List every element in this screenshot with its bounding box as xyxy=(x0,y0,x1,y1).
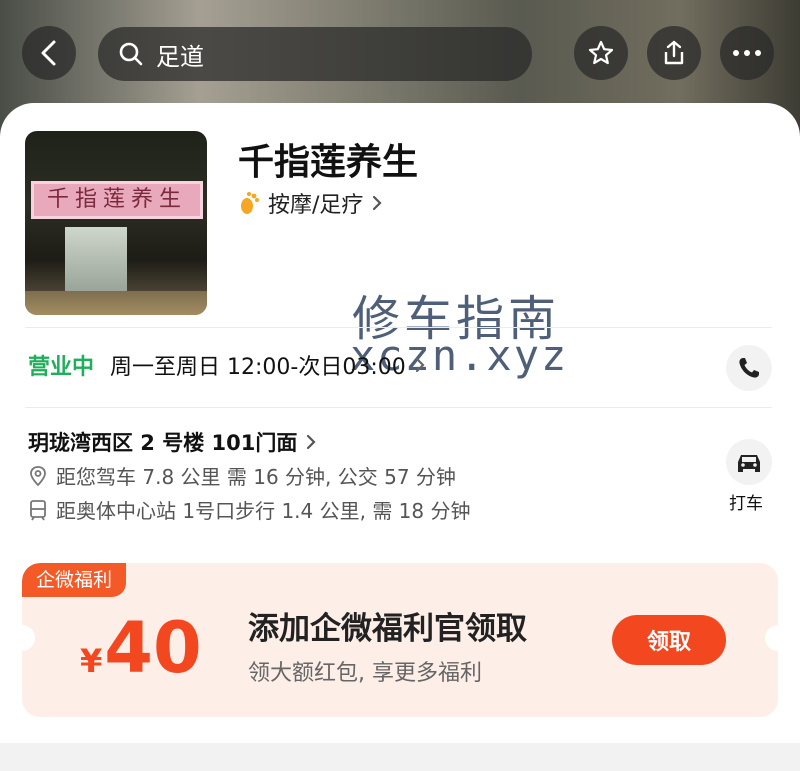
coupon-notch xyxy=(765,625,778,651)
open-status: 营业中 xyxy=(28,355,95,380)
shop-floor xyxy=(25,291,207,315)
search-query: 足道 xyxy=(156,42,204,71)
coupon-tag: 企微福利 xyxy=(22,563,127,597)
location-pin-icon xyxy=(30,465,46,486)
shop-name: 千指莲养生 xyxy=(238,142,419,183)
search-icon xyxy=(119,42,143,66)
share-button[interactable] xyxy=(647,26,701,80)
category-label: 按摩/足疗 xyxy=(268,193,364,218)
car-icon xyxy=(738,455,760,472)
claim-button[interactable]: 领取 xyxy=(612,615,726,665)
footprint-icon xyxy=(241,192,259,214)
chevron-left-icon xyxy=(41,40,56,66)
phone-icon xyxy=(739,358,759,378)
coupon-card[interactable]: 企微福利 ¥ 40 添加企微福利官领取 领大额红包, 享更多福利 领取 xyxy=(22,563,778,717)
amount-value: 40 xyxy=(104,607,202,689)
shop-sign: 千指莲养生 xyxy=(31,181,203,219)
coupon-amount: ¥ 40 xyxy=(80,607,202,689)
shop-photo[interactable]: 千指莲养生 xyxy=(25,131,207,315)
address-text: 玥珑湾西区 2 号楼 101门面 xyxy=(28,431,298,455)
taxi-button[interactable] xyxy=(726,439,772,485)
hours-text: 周一至周日 12:00-次日03:00 xyxy=(110,355,406,380)
metro-icon xyxy=(30,499,46,520)
drive-info-text: 距您驾车 7.8 公里 需 16 分钟, 公交 57 分钟 xyxy=(56,465,456,489)
favorite-button[interactable] xyxy=(574,26,628,80)
coupon-title: 添加企微福利官领取 xyxy=(248,611,527,647)
more-dots-icon xyxy=(733,50,761,56)
divider xyxy=(25,407,772,408)
drive-info: 距您驾车 7.8 公里 需 16 分钟, 公交 57 分钟 xyxy=(28,461,456,490)
transit-info: 距奥体中心站 1号口步行 1.4 公里, 需 18 分钟 xyxy=(28,495,470,524)
divider xyxy=(25,327,772,328)
coupon-subtitle: 领大额红包, 享更多福利 xyxy=(248,661,482,686)
more-button[interactable] xyxy=(720,26,774,80)
chevron-right-icon xyxy=(415,357,425,373)
business-hours-row[interactable]: 营业中 周一至周日 12:00-次日03:00 xyxy=(28,349,426,381)
coupon-notch xyxy=(22,625,35,651)
currency-symbol: ¥ xyxy=(80,642,103,680)
back-button[interactable] xyxy=(22,26,76,80)
transit-info-text: 距奥体中心站 1号口步行 1.4 公里, 需 18 分钟 xyxy=(56,499,471,523)
star-icon xyxy=(588,40,614,65)
category-link[interactable]: 按摩/足疗 xyxy=(238,187,383,219)
search-bar[interactable]: 足道 xyxy=(98,27,532,81)
phone-button[interactable] xyxy=(726,345,772,391)
address-link[interactable]: 玥珑湾西区 2 号楼 101门面 xyxy=(28,427,317,457)
chevron-right-icon xyxy=(373,195,382,211)
shop-card: 千指莲养生 千指莲养生 按摩/足疗 修车指南 xczn.xyz 营业中 周一至周… xyxy=(0,103,800,743)
taxi-label[interactable]: 打车 xyxy=(729,489,763,514)
chevron-right-icon xyxy=(307,434,316,450)
share-icon xyxy=(664,40,684,65)
